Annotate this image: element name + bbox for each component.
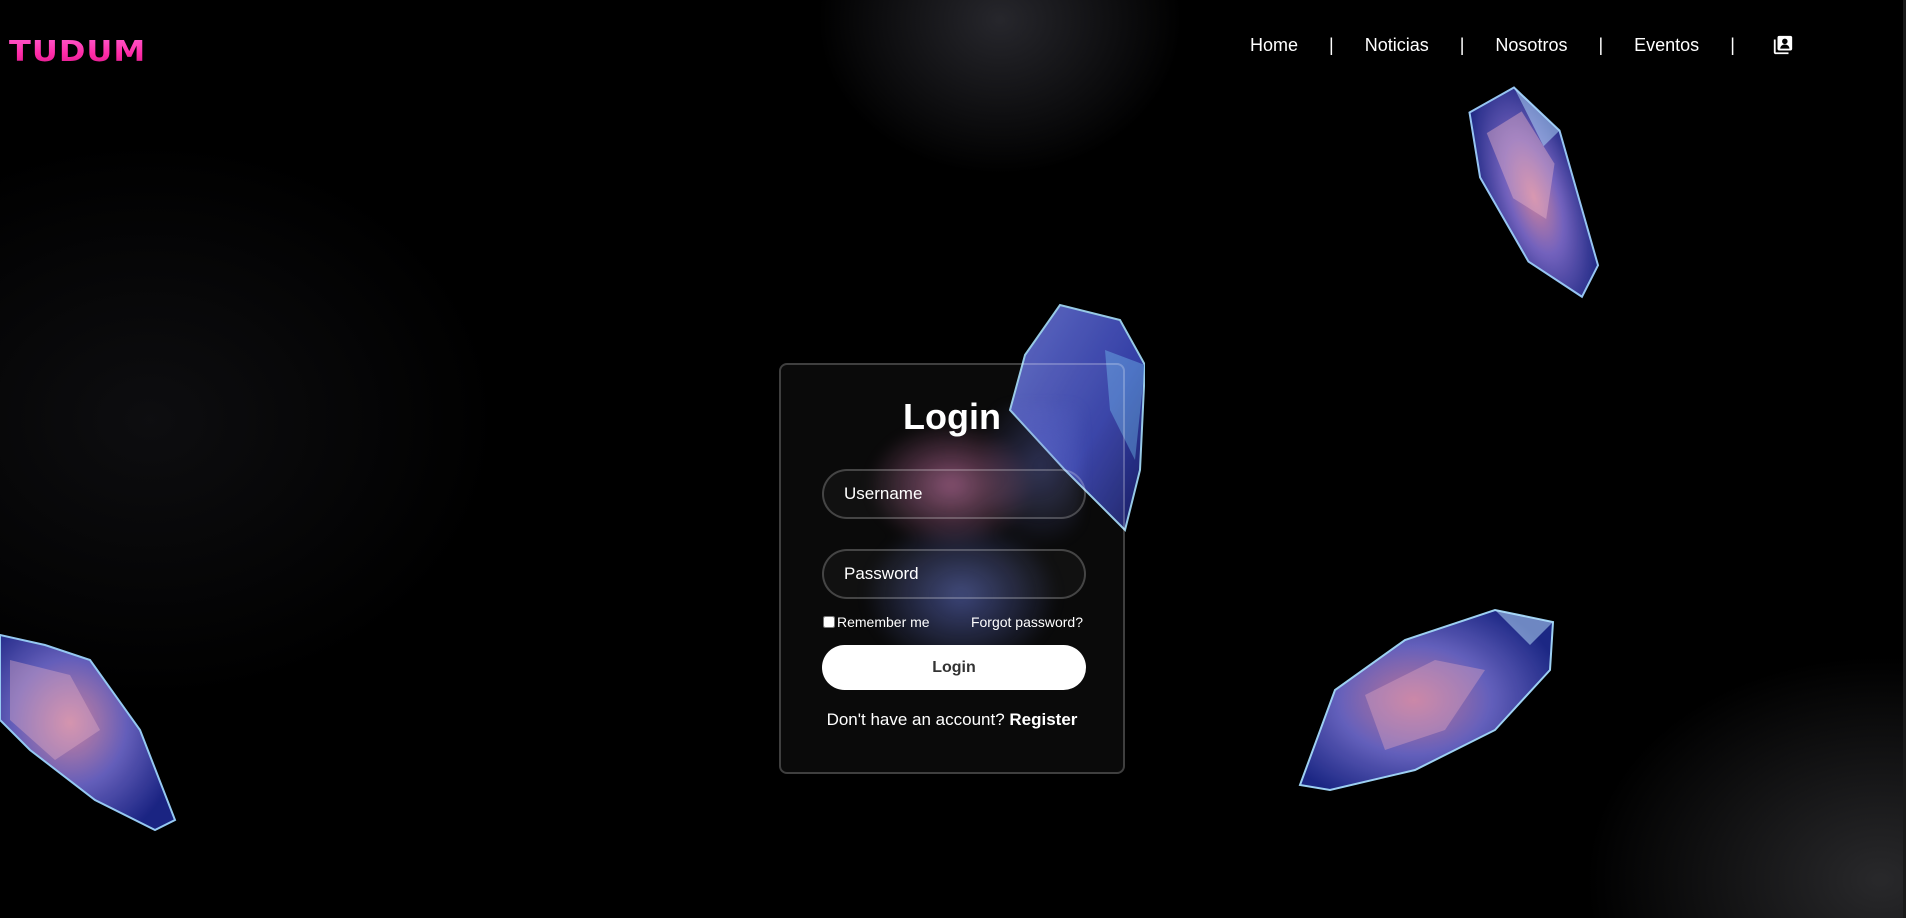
brand-logo[interactable]: TUDUM: [9, 34, 146, 68]
login-form: Login Remember me Forgot password? Login…: [779, 363, 1125, 774]
crystal-top-right-image: [1468, 86, 1600, 299]
password-input[interactable]: [822, 549, 1086, 599]
login-title: Login: [903, 396, 1001, 437]
nav-item-noticias[interactable]: Noticias: [1365, 35, 1429, 56]
login-button[interactable]: Login: [822, 645, 1086, 690]
crystal-bottom-left-image: [0, 633, 177, 832]
nav-separator: |: [1459, 34, 1465, 55]
register-prompt-text: Don't have an account?: [826, 710, 1005, 729]
account-box-icon[interactable]: [1772, 34, 1794, 56]
nav-separator: |: [1329, 34, 1334, 55]
page: TUDUM Home | Noticias | Nosotros | Event…: [0, 0, 1906, 918]
nav-item-home[interactable]: Home: [1250, 35, 1298, 56]
remember-me-checkbox[interactable]: [823, 616, 835, 628]
username-input[interactable]: [822, 469, 1086, 519]
top-navigation: Home | Noticias | Nosotros | Eventos |: [1250, 32, 1794, 58]
nav-item-eventos[interactable]: Eventos: [1634, 35, 1699, 56]
remember-me-label: Remember me: [837, 614, 930, 630]
register-prompt: Don't have an account? Register: [781, 710, 1123, 730]
register-link[interactable]: Register: [1009, 710, 1077, 729]
nav-separator: |: [1730, 34, 1735, 55]
nav-item-nosotros[interactable]: Nosotros: [1495, 35, 1567, 56]
forgot-password-link[interactable]: Forgot password?: [971, 614, 1083, 630]
nav-separator: |: [1598, 34, 1604, 55]
crystal-bottom-right-image: [1298, 608, 1555, 792]
remember-me[interactable]: Remember me: [823, 614, 930, 630]
